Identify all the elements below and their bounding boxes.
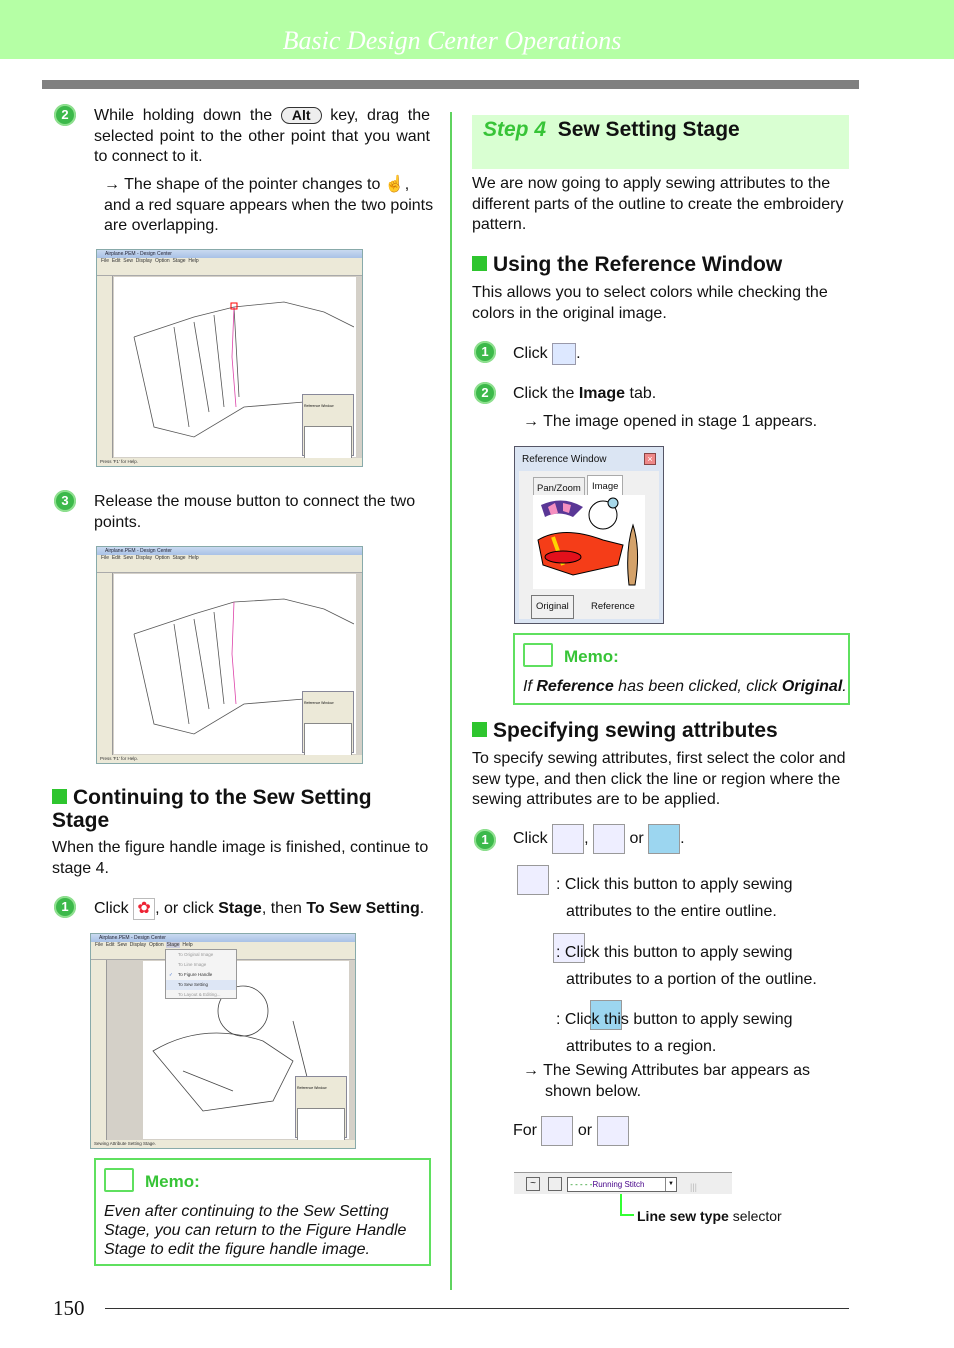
reference-window-thumb: Reference Window [295,1076,347,1148]
region-sew-type-icon: ||| [690,1182,698,1192]
tool-palette [97,276,113,458]
memo-box-right: Memo: If Reference has been clicked, cli… [513,633,850,705]
alt-key: Alt [280,107,322,124]
stage-intro: We are now going to apply sewing attribu… [472,175,844,233]
memo-text: If Reference has been clicked, click Ori… [523,678,847,695]
step-number: 3 [54,490,76,512]
line-sew-type-selector[interactable]: - - - - -Running Stitch ▼ [567,1177,677,1192]
hand-pointer-icon: ☝ [384,176,405,193]
step2-text: While holding down the Alt key, drag the… [94,106,430,168]
reference-button[interactable]: Reference [589,596,637,618]
menu-item-to-figure-handle[interactable]: ✓ To Figure Handle [166,970,236,980]
partial-outline-description: : Click this button to apply sewing attr… [556,944,817,988]
memo-title: Memo: [145,1172,200,1191]
step1-text: Click ✿, or click Stage, then To Sew Set… [94,898,434,920]
reference-window-thumb: Reference Window [302,691,354,763]
reference-intro: This allows you to select colors while c… [472,284,828,322]
menu-item[interactable]: To Original Image [166,950,236,960]
for-buttons-text: For or [513,1116,629,1146]
book-icon [523,643,553,667]
text: While holding down the [94,107,273,124]
image-result-text: → The image opened in stage 1 appears. [523,413,818,430]
status-bar: Sewing Attribute Setting Stage. [91,1140,355,1148]
partial-outline-sew-button-icon[interactable] [596,1116,629,1146]
step-number: 1 [54,896,76,918]
step-number: 1 [474,829,496,851]
reference-window-title: Reference Window [522,454,607,465]
toolbar [97,562,362,573]
text: The shape of the pointer changes to [124,176,381,193]
line-sew-icon[interactable]: ~ [526,1177,540,1191]
click-image-tab-text: Click the Image tab. [513,385,657,402]
section-intro: When the figure handle image is finished… [52,839,429,877]
tool-palette [91,960,107,1140]
status-bar: Press 'F1' for Help. [97,458,362,466]
sewing-attributes-bar: ~ - - - - -Running Stitch ▼ ||| [514,1172,732,1194]
thread-color-icon[interactable] [548,1177,562,1191]
square-bullet-icon [472,256,487,271]
entire-outline-description: : Click this button to apply sewing attr… [556,876,793,920]
arrow-icon: → [104,176,120,193]
reference-window: Reference Window × Pan/Zoom Image Origin… [514,446,664,624]
click-reference-text: Click . [513,343,581,365]
region-description: : Click this button to apply sewing attr… [556,1011,793,1055]
sewing-bar-result: → The Sewing Attributes bar appears as s… [523,1062,810,1100]
callout-line [620,1194,634,1216]
toolbar [97,265,362,276]
step-number: 2 [54,104,76,126]
reference-window-thumb: Reference Window [302,394,354,466]
attr-click-text: Click , or . [513,824,685,854]
window-title: Airplane.PEM - Design Center [91,934,355,942]
reference-window-button-icon[interactable] [552,343,577,365]
menu-item-to-sew-setting[interactable]: To Sew Setting [166,980,236,990]
screenshot-stage-menu: Airplane.PEM - Design Center File Edit S… [90,933,356,1149]
attributes-intro: To specify sewing attributes, first sele… [472,750,846,808]
step3-text: Release the mouse button to connect the … [94,493,416,531]
memo-title: Memo: [564,647,619,666]
square-bullet-icon [52,789,67,804]
step-number: 1 [474,341,496,363]
step-heading: Step 4 Sew Setting Stage [483,118,740,141]
region-sew-button-icon[interactable] [648,824,681,854]
memo-box-left: Memo: Even after continuing to the Sew S… [94,1158,431,1266]
status-bar: Press 'F1' for Help. [97,755,362,763]
step-number: 2 [474,382,496,404]
menu-item[interactable]: To Line Image [166,960,236,970]
divider-bar [42,80,859,89]
entire-outline-sew-button-icon[interactable] [517,865,549,895]
window-title: Airplane.PEM - Design Center [97,250,362,258]
screenshot-design-center-1: Airplane.PEM - Design Center File Edit S… [96,249,363,467]
callout-label: Line sew type selector [637,1208,782,1224]
window-title: Airplane.PEM - Design Center [97,547,362,555]
section-title-reference: Using the Reference Window [472,253,850,276]
stage-menu: To Original Image To Line Image ✓ To Figu… [165,949,237,999]
entire-outline-sew-button-icon[interactable] [541,1116,574,1146]
original-button[interactable]: Original [531,595,574,619]
tool-palette [97,573,113,755]
column-divider [450,112,452,1290]
entire-outline-sew-button-icon[interactable] [552,824,585,854]
book-icon [104,1168,134,1192]
footer-rule [105,1308,849,1309]
original-image-preview [533,495,645,589]
partial-outline-sew-button-icon[interactable] [593,824,626,854]
section-title-continuing: Continuing to the Sew Setting Stage [52,786,372,832]
menu-bar: File Edit Sew Display Option Stage Help [97,555,362,562]
menu-bar: File Edit Sew Display Option Stage Help [97,258,362,265]
close-icon[interactable]: × [644,453,656,465]
screenshot-design-center-2: Airplane.PEM - Design Center File Edit S… [96,546,363,764]
square-bullet-icon [472,722,487,737]
header-title: Basic Design Center Operations [282,26,622,55]
section-title-attributes: Specifying sewing attributes [472,719,850,742]
sew-setting-stage-button-icon[interactable]: ✿ [133,898,156,920]
menu-item[interactable]: To Layout & Editing... [166,990,236,1000]
memo-text: Even after continuing to the Sew Setting… [104,1203,407,1258]
dropdown-arrow-icon: ▼ [665,1178,676,1191]
menu-bar: File Edit Sew Display Option Stage Help [91,942,355,949]
page-number: 150 [53,1296,85,1320]
step2-result: → The shape of the pointer changes to ☝,… [104,175,434,237]
